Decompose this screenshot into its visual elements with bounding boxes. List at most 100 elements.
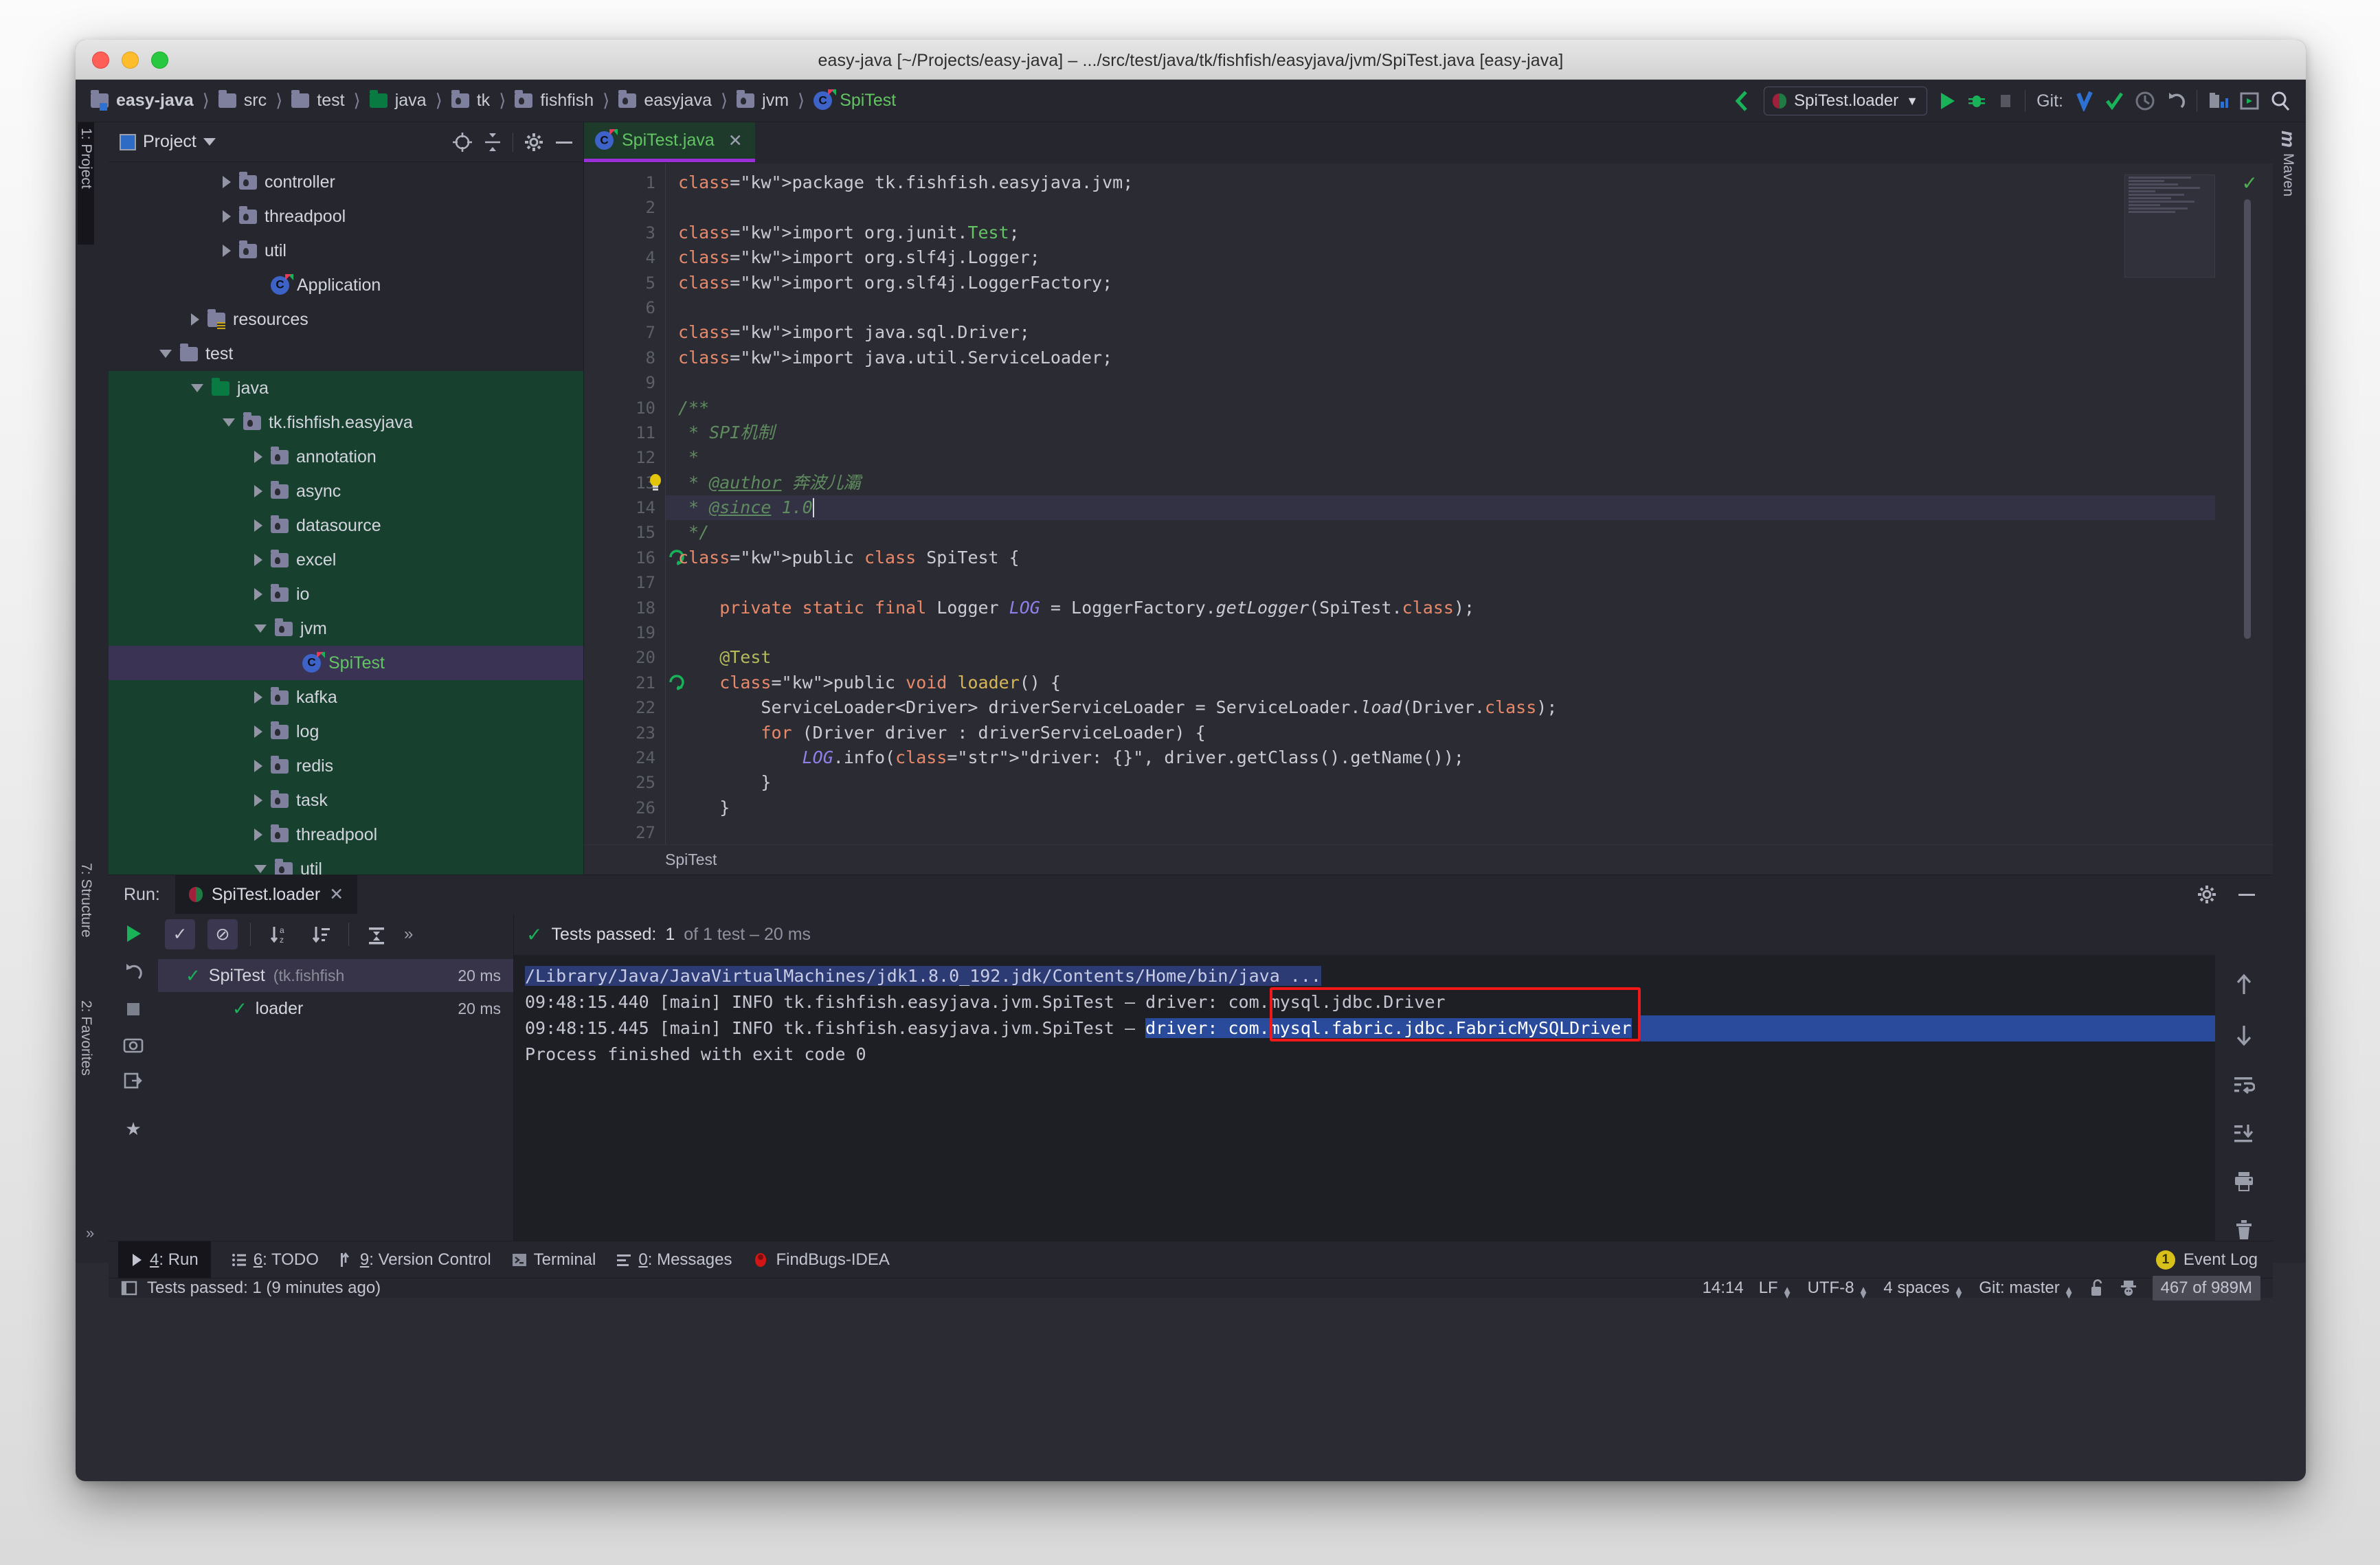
indent-selector[interactable]: 4 spaces▲▼	[1883, 1279, 1964, 1298]
tree-item-task[interactable]: task	[109, 783, 583, 818]
chevron-right-icon[interactable]	[223, 245, 231, 257]
terminal-icon[interactable]	[2240, 91, 2259, 111]
code-view[interactable]: 1234567891011121314151617181920212223242…	[584, 164, 2273, 844]
chevron-right-icon[interactable]	[254, 760, 262, 772]
tree-item-jvm[interactable]: jvm	[109, 611, 583, 646]
close-icon[interactable]: ✕	[728, 131, 743, 151]
settings-gear-icon[interactable]	[2197, 885, 2216, 904]
chevron-down-icon[interactable]	[159, 350, 172, 358]
run-configuration-selector[interactable]: SpiTest.loader ▼	[1764, 87, 1927, 115]
code-line[interactable]: class="kw">import org.slf4j.LoggerFactor…	[666, 271, 2273, 295]
debug-icon[interactable]	[1967, 91, 1986, 111]
bottom-tab-todo[interactable]: 6: TODO	[232, 1250, 319, 1270]
code-line[interactable]: LOG.info(class="str">"driver: {}", drive…	[666, 745, 2273, 770]
scroll-to-end-icon[interactable]	[2233, 1123, 2255, 1143]
bottom-tab-terminal[interactable]: Terminal	[512, 1250, 596, 1270]
code-line[interactable]: class="kw">public void loader() {	[666, 671, 2273, 695]
code-line[interactable]: * @since 1.0	[666, 495, 2273, 520]
code-minimap[interactable]	[2124, 174, 2215, 278]
tab-spitest-java[interactable]: SpiTest.java ✕	[584, 122, 755, 162]
chevron-right-icon[interactable]	[254, 554, 262, 566]
breadcrumb-item-fishfish[interactable]: fishfish	[515, 91, 594, 111]
tree-item-io[interactable]: io	[109, 577, 583, 611]
code-line[interactable]: for (Driver driver : driverServiceLoader…	[666, 721, 2273, 745]
editor-scrollbar[interactable]	[2244, 199, 2251, 639]
status-bar-toggle-icon[interactable]	[121, 1280, 137, 1296]
favorites-star-icon[interactable]: ★	[125, 1118, 141, 1140]
tree-item-async[interactable]: async	[109, 474, 583, 508]
hide-icon[interactable]	[554, 139, 574, 145]
test-tree[interactable]: ✓SpiTest(tk.fishfish20 ms✓loader20 ms	[158, 955, 513, 1241]
chevron-down-icon[interactable]	[223, 418, 235, 427]
lock-open-icon[interactable]	[2089, 1279, 2104, 1297]
code-line[interactable]: class="kw">package tk.fishfish.easyjava.…	[666, 170, 2273, 195]
chevron-right-icon[interactable]	[254, 829, 262, 841]
run-tab[interactable]: SpiTest.loader ✕	[175, 875, 357, 914]
clear-all-icon[interactable]	[2234, 1219, 2254, 1241]
code-line[interactable]: class="kw">import org.junit.Test;	[666, 221, 2273, 245]
memory-indicator[interactable]: 467 of 989M	[2153, 1276, 2260, 1301]
code-line[interactable]: private static final Logger LOG = Logger…	[666, 596, 2273, 620]
breadcrumb-item-easyjava[interactable]: easyjava	[618, 91, 712, 111]
print-icon[interactable]	[2233, 1171, 2255, 1191]
test-tree-item[interactable]: ✓loader20 ms	[158, 992, 513, 1025]
code-line[interactable]: }	[666, 770, 2273, 795]
chevron-right-icon[interactable]	[254, 519, 262, 532]
scroll-up-icon[interactable]	[2234, 973, 2254, 996]
source-code[interactable]: class="kw">package tk.fishfish.easyjava.…	[665, 164, 2273, 844]
caret-position[interactable]: 14:14	[1703, 1279, 1744, 1298]
test-tree-item[interactable]: ✓SpiTest(tk.fishfish20 ms	[158, 959, 513, 992]
code-line[interactable]	[666, 295, 2273, 320]
build-icon[interactable]	[1732, 90, 1753, 112]
tree-item-tk-fishfish-easyjava[interactable]: tk.fishfish.easyjava	[109, 405, 583, 440]
code-line[interactable]: */	[666, 520, 2273, 545]
tree-item-resources[interactable]: resources	[109, 302, 583, 337]
bottom-tab-version-control[interactable]: 9: Version Control	[339, 1250, 491, 1270]
soft-wrap-icon[interactable]	[2233, 1074, 2255, 1095]
project-structure-icon[interactable]	[2208, 91, 2229, 111]
line-separator-selector[interactable]: LF▲▼	[1759, 1279, 1793, 1298]
bottom-tab-findbugs[interactable]: FindBugs-IDEA	[752, 1250, 889, 1270]
tree-item-annotation[interactable]: annotation	[109, 440, 583, 474]
code-line[interactable]: @Test	[666, 645, 2273, 670]
chevron-right-icon[interactable]	[254, 485, 262, 497]
chevron-down-icon[interactable]	[254, 865, 267, 873]
chevron-down-icon[interactable]	[254, 624, 267, 633]
stop-icon[interactable]	[124, 1000, 142, 1018]
project-tree[interactable]: controllerthreadpoolutilApplicationresou…	[109, 162, 583, 875]
tree-item-controller[interactable]: controller	[109, 165, 583, 199]
chevron-right-icon[interactable]	[223, 176, 231, 188]
bottom-tab-messages[interactable]: 0: Messages	[616, 1250, 732, 1270]
breadcrumb-item-src[interactable]: src	[218, 91, 267, 111]
more-icon[interactable]: »	[404, 925, 413, 944]
breadcrumb-item-jvm[interactable]: jvm	[737, 91, 789, 111]
event-log-button[interactable]: 1 Event Log	[2156, 1250, 2258, 1270]
sidebar-item-project[interactable]: 1: Project	[78, 122, 94, 245]
chevron-right-icon[interactable]	[254, 451, 262, 463]
screenshot-icon[interactable]	[123, 1036, 144, 1054]
code-line[interactable]	[666, 620, 2273, 645]
tree-item-datasource[interactable]: datasource	[109, 508, 583, 543]
inspector-hat-icon[interactable]	[2120, 1279, 2137, 1297]
sort-by-duration-button[interactable]	[306, 919, 336, 949]
run-icon[interactable]	[1938, 91, 1956, 111]
chevron-right-icon[interactable]	[191, 313, 199, 326]
tree-item-log[interactable]: log	[109, 714, 583, 749]
code-line[interactable]: class="kw">import java.util.ServiceLoade…	[666, 346, 2273, 370]
tree-item-util[interactable]: util	[109, 852, 583, 875]
chevron-right-icon[interactable]	[254, 794, 262, 807]
tree-item-kafka[interactable]: kafka	[109, 680, 583, 714]
code-line[interactable]	[666, 820, 2273, 844]
tree-item-spitest[interactable]: SpiTest	[109, 646, 583, 680]
git-update-icon[interactable]	[2074, 91, 2093, 111]
chevron-right-icon[interactable]	[254, 588, 262, 600]
code-line[interactable]	[666, 570, 2273, 595]
collapse-all-icon[interactable]	[484, 132, 502, 153]
tree-item-redis[interactable]: redis	[109, 749, 583, 783]
sidebar-item-favorites[interactable]: 2: Favorites	[78, 995, 94, 1081]
show-passed-button[interactable]: ✓	[165, 919, 195, 949]
export-icon[interactable]	[124, 1072, 143, 1090]
breadcrumb-item-tk[interactable]: tk	[451, 91, 490, 111]
breadcrumb-item-class[interactable]: SpiTest	[813, 91, 896, 111]
encoding-selector[interactable]: UTF-8▲▼	[1808, 1279, 1869, 1298]
